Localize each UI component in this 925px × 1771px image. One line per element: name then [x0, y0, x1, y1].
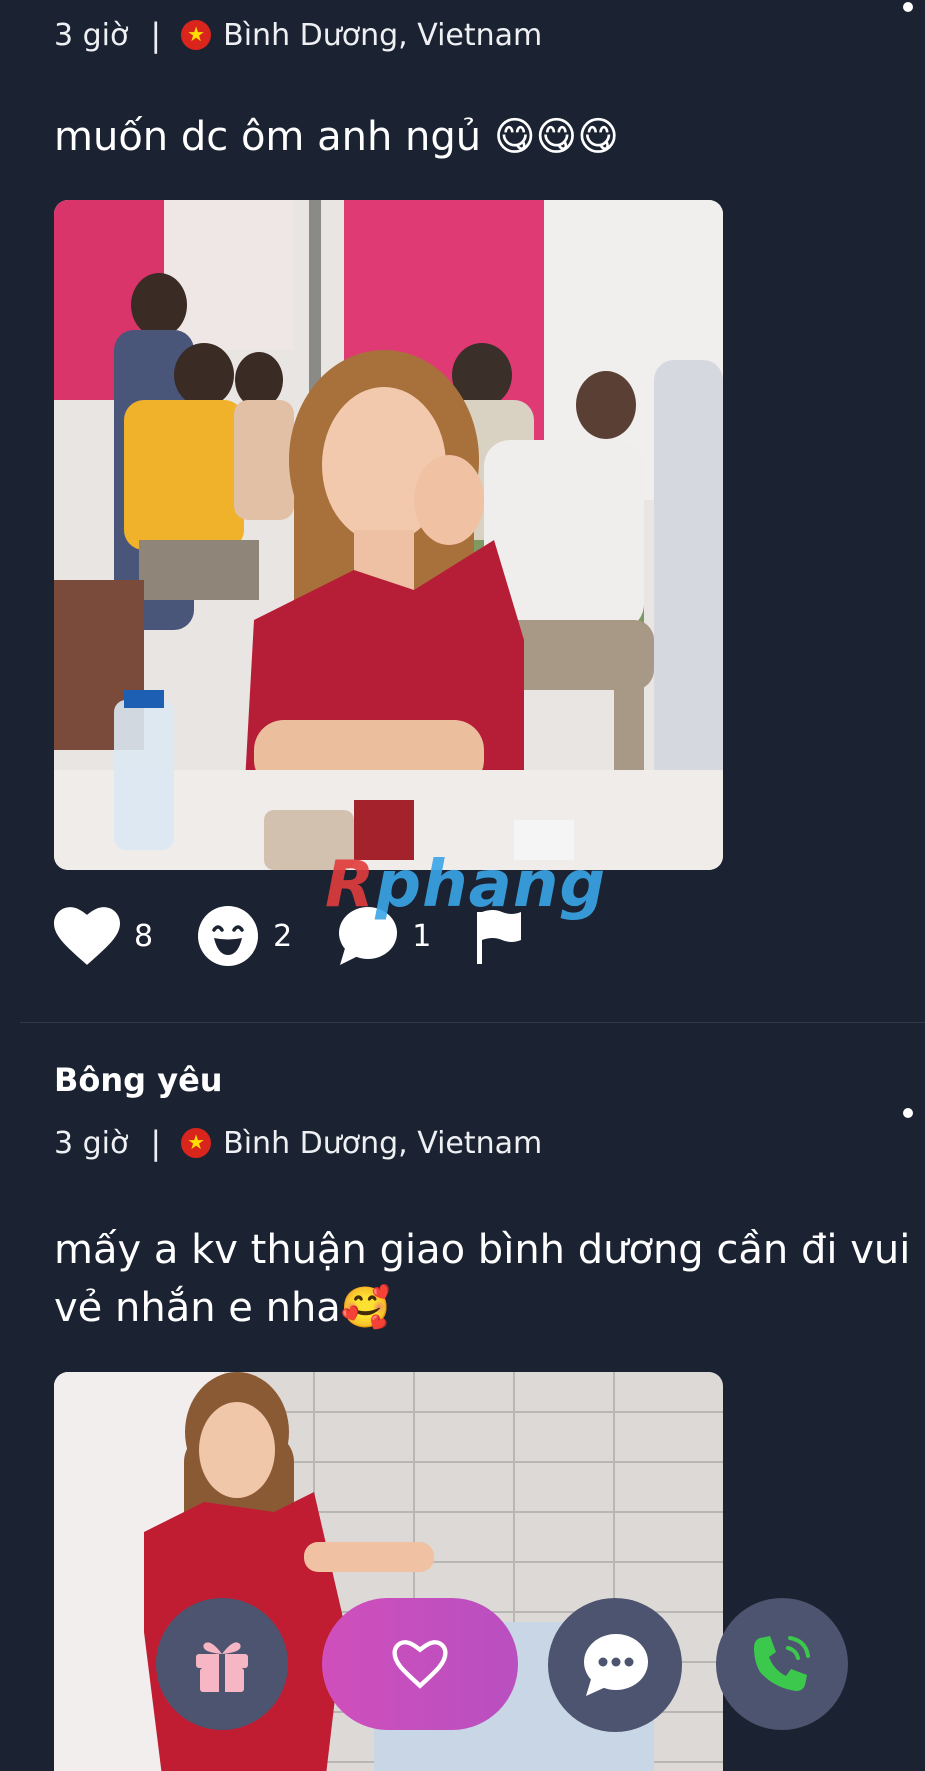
more-options-button[interactable] — [903, 1108, 913, 1118]
gift-icon — [196, 1642, 248, 1692]
party-photo-image — [54, 200, 723, 870]
post-time: 3 giờ — [54, 17, 129, 53]
more-options-button[interactable] — [903, 2, 913, 12]
gift-button[interactable] — [156, 1598, 288, 1730]
like-count: 8 — [134, 918, 154, 954]
phone-ringing-icon — [754, 1636, 810, 1691]
chat-button[interactable] — [548, 1598, 682, 1732]
smile-count: 2 — [273, 918, 293, 954]
vietnam-flag-icon — [181, 20, 212, 50]
heart-match-button[interactable] — [322, 1598, 518, 1730]
post-photo[interactable] — [54, 200, 723, 870]
post-location: Bình Dương, Vietnam — [223, 1125, 543, 1161]
meta-separator: | — [150, 16, 162, 54]
post-text: mấy a kv thuận giao bình dương cần đi vu… — [54, 1227, 911, 1331]
post-location: Bình Dương, Vietnam — [223, 17, 543, 53]
heart-icon — [54, 907, 120, 965]
post-author[interactable]: Bông yêu — [54, 1061, 223, 1099]
heart-outline-icon — [392, 1640, 448, 1689]
like-button[interactable]: 8 — [54, 907, 153, 965]
watermark-logo: Rphang — [325, 848, 607, 922]
call-button[interactable] — [716, 1598, 848, 1730]
post-text: muốn dc ôm anh ngủ 😋😋😋 — [54, 114, 619, 160]
chat-dots-icon — [584, 1634, 648, 1696]
vietnam-flag-icon — [181, 1128, 212, 1158]
post-meta: 3 giờ | Bình Dương, Vietnam — [54, 16, 542, 54]
post-meta: 3 giờ | Bình Dương, Vietnam — [54, 1124, 542, 1162]
laugh-icon — [198, 906, 259, 966]
meta-separator: | — [150, 1124, 162, 1162]
post-time: 3 giờ — [54, 1125, 129, 1161]
smile-reaction-button[interactable]: 2 — [197, 905, 292, 967]
comment-count: 1 — [412, 918, 432, 954]
